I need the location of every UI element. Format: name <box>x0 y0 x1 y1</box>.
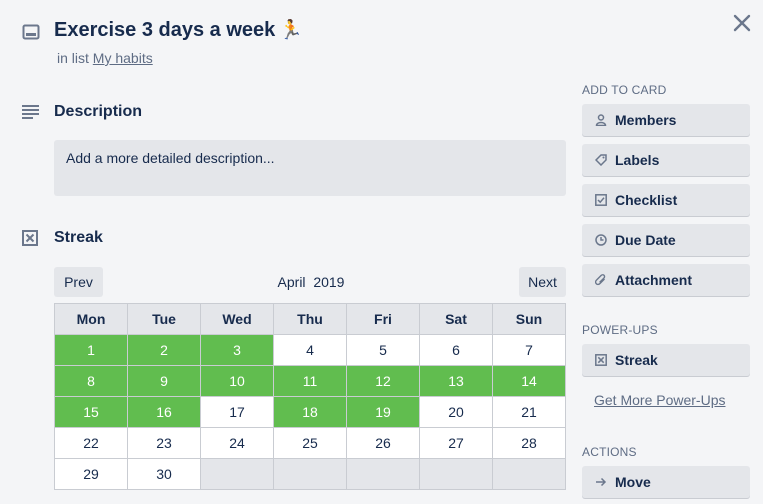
calendar-day[interactable]: 4 <box>273 334 347 366</box>
move-button[interactable]: Move <box>582 466 750 498</box>
calendar-day[interactable]: 26 <box>346 427 420 459</box>
calendar-day[interactable]: 17 <box>200 396 274 428</box>
prev-month-button[interactable]: Prev <box>54 267 103 297</box>
weekday-header: Fri <box>346 303 420 335</box>
calendar-day[interactable]: 9 <box>127 365 201 397</box>
month-label: April 2019 <box>277 274 345 290</box>
clock-icon <box>594 234 607 247</box>
calendar-empty-cell <box>492 458 566 490</box>
calendar-empty-cell <box>200 458 274 490</box>
checkbox-icon <box>594 194 607 207</box>
power-ups-heading: POWER-UPS <box>582 323 658 337</box>
calendar-day[interactable]: 3 <box>200 334 274 366</box>
weekday-header: Thu <box>273 303 347 335</box>
attachment-button[interactable]: Attachment <box>582 264 750 296</box>
calendar-day[interactable]: 16 <box>127 396 201 428</box>
calendar-day[interactable]: 15 <box>54 396 128 428</box>
tag-icon <box>594 154 607 167</box>
list-name-link[interactable]: My habits <box>93 50 153 66</box>
calendar-day[interactable]: 29 <box>54 458 128 490</box>
in-list-prefix: in list <box>57 50 89 66</box>
runner-emoji: 🏃 <box>279 20 303 41</box>
person-icon <box>594 114 607 127</box>
calendar-day[interactable]: 28 <box>492 427 566 459</box>
labels-button[interactable]: Labels <box>582 144 750 176</box>
calendar-empty-cell <box>273 458 347 490</box>
calendar-week-row: 1234567 <box>54 334 566 366</box>
actions-heading: ACTIONS <box>582 445 637 459</box>
close-icon[interactable] <box>731 12 753 34</box>
weekday-header: Sun <box>492 303 566 335</box>
calendar-day[interactable]: 14 <box>492 365 566 397</box>
description-input[interactable]: Add a more detailed description... <box>54 140 566 196</box>
streak-power-up-label: Streak <box>615 352 658 368</box>
streak-power-up-button[interactable]: Streak <box>582 344 750 376</box>
checklist-label: Checklist <box>615 192 678 208</box>
get-more-power-ups-link[interactable]: Get More Power-Ups <box>594 392 725 408</box>
calendar-day[interactable]: 10 <box>200 365 274 397</box>
description-heading: Description <box>54 103 143 120</box>
checklist-button[interactable]: Checklist <box>582 184 750 216</box>
due-date-button[interactable]: Due Date <box>582 224 750 256</box>
calendar-week-row: 8 9 10 11 12 13 14 <box>54 365 566 397</box>
calendar-week-row: 29 30 <box>54 458 566 490</box>
calendar-day[interactable]: 20 <box>419 396 493 428</box>
calendar-day[interactable]: 19 <box>346 396 420 428</box>
calendar-day[interactable]: 25 <box>273 427 347 459</box>
calendar-day[interactable]: 2 <box>127 334 201 366</box>
attachment-label: Attachment <box>615 272 693 288</box>
in-list-line: in list My habits <box>57 50 153 66</box>
add-to-card-heading: ADD TO CARD <box>582 83 667 97</box>
next-month-button[interactable]: Next <box>519 267 566 297</box>
members-label: Members <box>615 112 677 128</box>
calendar-day[interactable]: 5 <box>346 334 420 366</box>
description-icon <box>22 104 40 122</box>
card-icon <box>22 24 40 40</box>
weekday-header: Wed <box>200 303 274 335</box>
card-title[interactable]: Exercise 3 days a week 🏃 <box>54 18 303 42</box>
calendar-day[interactable]: 27 <box>419 427 493 459</box>
calendar-day[interactable]: 8 <box>54 365 128 397</box>
labels-label: Labels <box>615 152 660 168</box>
arrow-right-icon <box>594 476 607 489</box>
calendar-day[interactable]: 23 <box>127 427 201 459</box>
calendar-day[interactable]: 18 <box>273 396 347 428</box>
calendar-day[interactable]: 22 <box>54 427 128 459</box>
calendar-day[interactable]: 30 <box>127 458 201 490</box>
calendar-day[interactable]: 7 <box>492 334 566 366</box>
due-date-label: Due Date <box>615 232 676 248</box>
members-button[interactable]: Members <box>582 104 750 136</box>
calendar-day[interactable]: 6 <box>419 334 493 366</box>
calendar-day[interactable]: 24 <box>200 427 274 459</box>
weekday-header: Tue <box>127 303 201 335</box>
card-title-text: Exercise 3 days a week <box>54 19 276 41</box>
calendar-week-row: 15 16 17 18 19 20 21 <box>54 396 566 428</box>
calendar-empty-cell <box>346 458 420 490</box>
streak-icon <box>594 354 607 367</box>
weekday-header-row: Mon Tue Wed Thu Fri Sat Sun <box>54 303 566 335</box>
move-label: Move <box>615 474 651 490</box>
calendar-day[interactable]: 13 <box>419 365 493 397</box>
calendar-empty-cell <box>419 458 493 490</box>
weekday-header: Mon <box>54 303 128 335</box>
calendar-day[interactable]: 21 <box>492 396 566 428</box>
streak-calendar: Mon Tue Wed Thu Fri Sat Sun 1 2 3 4 5 6 7 8 9 10 11 12 13 1… <box>54 303 566 490</box>
paperclip-icon <box>594 274 607 287</box>
calendar-week-row: 22 23 24 25 26 27 28 <box>54 427 566 459</box>
streak-heading: Streak <box>54 229 103 246</box>
calendar-day[interactable]: 1 <box>54 334 128 366</box>
calendar-day[interactable]: 12 <box>346 365 420 397</box>
calendar-day[interactable]: 11 <box>273 365 347 397</box>
streak-icon <box>22 230 40 248</box>
weekday-header: Sat <box>419 303 493 335</box>
